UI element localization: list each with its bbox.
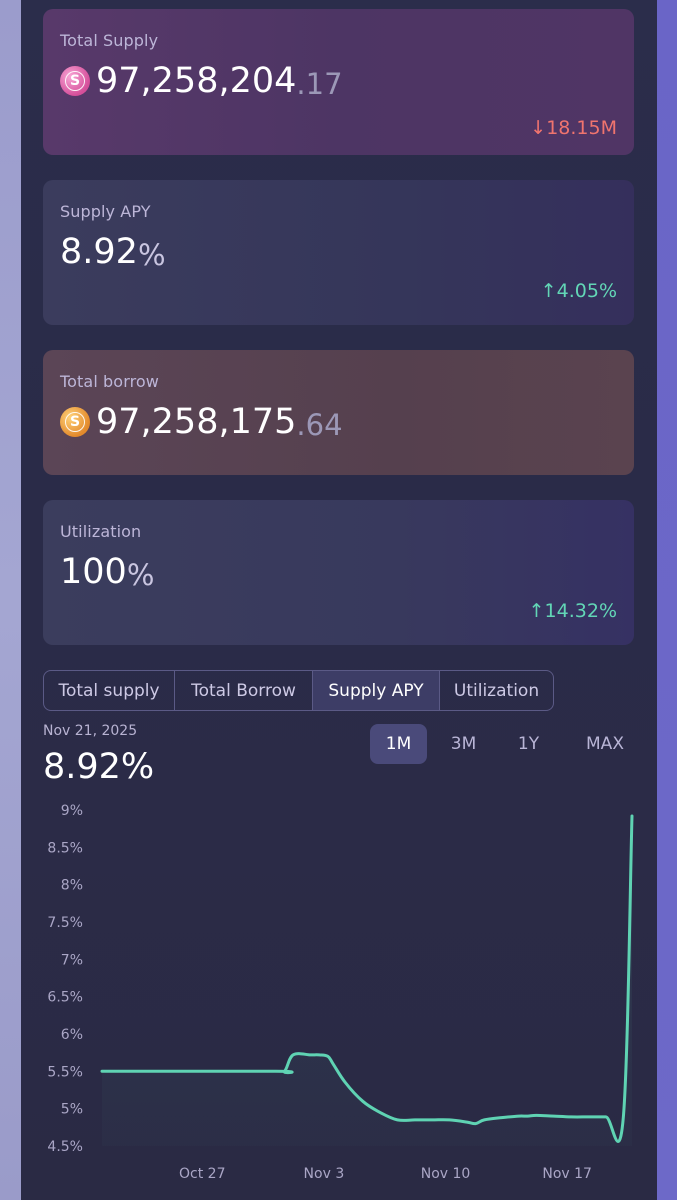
supply-apy-label: Supply APY xyxy=(60,202,151,221)
supply-apy-change: ↑4.05% xyxy=(540,280,617,302)
total-supply-label: Total Supply xyxy=(60,31,159,50)
sonic-token-icon: S xyxy=(60,407,90,437)
total-supply-integer: 97,258,204 xyxy=(96,61,297,101)
selected-value: 8.92% xyxy=(43,747,155,787)
y-tick-label: 4.5% xyxy=(47,1139,83,1155)
range-3m-button[interactable]: 3M xyxy=(435,724,492,764)
y-tick-label: 8.5% xyxy=(47,840,83,856)
supply-apy-number: 8.92 xyxy=(60,232,138,272)
tab-supply-apy[interactable]: Supply APY xyxy=(313,671,440,710)
tab-total-borrow[interactable]: Total Borrow xyxy=(175,671,313,710)
right-edge-background xyxy=(657,0,677,1200)
y-tick-label: 6.5% xyxy=(47,990,83,1006)
utilization-suffix: % xyxy=(126,557,155,592)
range-1m-button[interactable]: 1M xyxy=(370,724,427,764)
y-tick-label: 7% xyxy=(61,952,83,968)
y-tick-label: 7.5% xyxy=(47,915,83,931)
y-tick-label: 8% xyxy=(61,878,83,894)
utilization-card: Utilization 100% ↑14.32% xyxy=(43,500,634,645)
supply-apy-value: 8.92% xyxy=(60,232,166,272)
y-tick-label: 6% xyxy=(61,1027,83,1043)
total-supply-decimal: .17 xyxy=(296,67,343,101)
selected-date: Nov 21, 2025 xyxy=(43,723,138,739)
total-borrow-label: Total borrow xyxy=(60,372,159,391)
y-tick-label: 5.5% xyxy=(47,1064,83,1080)
tab-total-supply[interactable]: Total supply xyxy=(44,671,175,710)
total-borrow-card: Total borrow S 97,258,175.64 xyxy=(43,350,634,475)
supply-apy-chart[interactable]: 9% 8.5% 8% 7.5% 7% 6.5% 6% 5.5% 5% 4.5% Oct 27 Nov … xyxy=(21,795,657,1195)
utilization-value: 100% xyxy=(60,552,154,592)
range-1y-button[interactable]: 1Y xyxy=(500,724,557,764)
total-borrow-integer: 97,258,175 xyxy=(96,402,297,442)
metric-tabs: Total supply Total Borrow Supply APY Uti… xyxy=(43,670,554,711)
tab-utilization[interactable]: Utilization xyxy=(440,671,553,710)
supply-apy-suffix: % xyxy=(137,237,166,272)
y-tick-label: 5% xyxy=(61,1102,83,1118)
total-supply-value: S 97,258,204.17 xyxy=(60,61,343,101)
total-borrow-decimal: .64 xyxy=(296,408,343,442)
x-tick-label: Nov 17 xyxy=(542,1166,592,1182)
left-edge-background xyxy=(0,0,21,1200)
utilization-change: ↑14.32% xyxy=(528,600,617,622)
total-supply-card: Total Supply S 97,258,204.17 ↓18.15M xyxy=(43,9,634,155)
supply-apy-card: Supply APY 8.92% ↑4.05% xyxy=(43,180,634,325)
utilization-number: 100 xyxy=(60,552,127,592)
series-area xyxy=(102,816,632,1146)
y-tick-label: 9% xyxy=(61,803,83,819)
sonic-token-icon: S xyxy=(60,66,90,96)
time-range-selector: 1M 3M 1Y MAX xyxy=(370,724,653,764)
utilization-label: Utilization xyxy=(60,522,142,541)
x-tick-label: Oct 27 xyxy=(179,1166,225,1182)
total-supply-change: ↓18.15M xyxy=(530,117,617,139)
range-max-button[interactable]: MAX xyxy=(565,724,645,764)
x-tick-label: Nov 10 xyxy=(421,1166,471,1182)
x-tick-label: Nov 3 xyxy=(304,1166,345,1182)
total-borrow-value: S 97,258,175.64 xyxy=(60,402,343,442)
